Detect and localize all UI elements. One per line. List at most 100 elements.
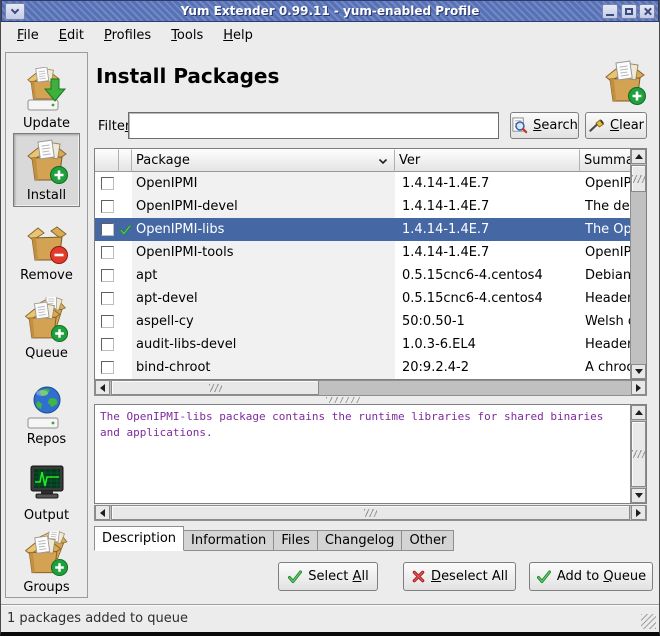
sidebar-item-repos[interactable]: Repos [8,377,85,447]
package-cell: OpenIPMI-devel [132,195,395,218]
header-checkbox-column[interactable] [95,149,119,172]
summary-cell: OpenIP [580,241,630,264]
tab-changelog[interactable]: Changelog [318,530,403,551]
select-all-button[interactable]: Select All [278,562,378,591]
sidebar-item-output[interactable]: Output [8,453,85,523]
table-row[interactable]: apt 0.5.15cnc6-4.centos4 Debian' [95,264,630,287]
header-summary-column[interactable]: Summary [580,149,630,172]
summary-cell: The dev [580,195,630,218]
sidebar: Update Install Remove Queue [5,52,88,598]
header-package-column[interactable]: Package [132,149,395,172]
menu-file[interactable]: File [7,25,49,46]
scrollbar-thumb[interactable] [631,165,646,192]
table-row[interactable]: aspell-cy 50:0.50-1 Welsh d [95,310,630,333]
summary-cell: Header [580,333,630,356]
table-vertical-scrollbar[interactable] [630,149,646,379]
scroll-left-button[interactable] [95,380,110,395]
table-row-selected[interactable]: OpenIPMI-libs 1.4.14-1.4E.7 The Op [95,218,630,241]
clear-button[interactable]: Clear [585,112,647,139]
table-row[interactable]: apt-devel 0.5.15cnc6-4.centos4 Header [95,287,630,310]
table-row[interactable]: OpenIPMI 1.4.14-1.4E.7 OpenIP [95,172,630,195]
statusbar-text: 1 packages added to queue [7,611,188,626]
summary-cell: OpenIP [580,172,630,195]
check-icon [119,223,132,237]
filter-input[interactable] [128,112,499,139]
row-checkbox[interactable] [101,177,114,190]
row-checkbox[interactable] [101,292,114,305]
package-cell: aspell-cy [132,310,395,333]
select-all-label: Select All [308,569,368,584]
row-checkbox[interactable] [101,269,114,282]
titlebar[interactable]: Yum Extender 0.99.11 - yum-enabled Profi… [1,0,659,22]
add-to-queue-button[interactable]: Add to Queue [529,562,653,591]
menu-profiles[interactable]: Profiles [94,25,161,46]
scroll-up-button[interactable] [631,149,646,164]
resize-grip[interactable] [641,614,656,629]
table-row[interactable]: bind-chroot 20:9.2.4-2 A chroo [95,356,630,379]
table-horizontal-scrollbar[interactable] [94,380,647,396]
scroll-down-button[interactable] [631,364,646,379]
scrollbar-thumb[interactable] [631,421,646,487]
queue-icon [23,297,71,345]
sidebar-item-remove[interactable]: Remove [8,213,85,283]
output-icon [23,459,71,507]
description-vertical-scrollbar[interactable] [630,405,646,503]
sort-descending-icon [378,158,388,165]
row-checkbox[interactable] [101,338,114,351]
summary-cell: Header [580,287,630,310]
table-row[interactable]: OpenIPMI-devel 1.4.14-1.4E.7 The dev [95,195,630,218]
summary-cell: The Op [580,218,630,241]
header-ver-column[interactable]: Ver [395,149,580,172]
add-to-queue-label: Add to Queue [557,569,646,584]
sidebar-item-groups[interactable]: Groups [8,525,85,595]
package-cell: OpenIPMI-tools [132,241,395,264]
ver-cell: 1.4.14-1.4E.7 [395,195,580,218]
table-row[interactable]: audit-libs-devel 1.0.3-6.EL4 Header [95,333,630,356]
sidebar-item-label: Install [27,188,66,203]
groups-icon [23,531,71,579]
sidebar-item-queue[interactable]: Queue [8,291,85,361]
scroll-right-button[interactable] [631,380,646,395]
package-cell: audit-libs-devel [132,333,395,356]
search-button[interactable]: Search [510,112,579,139]
ver-cell: 0.5.15cnc6-4.centos4 [395,264,580,287]
tab-other[interactable]: Other [402,530,454,551]
sidebar-item-label: Remove [20,268,73,283]
scrollbar-grip [632,175,645,183]
row-checkbox[interactable] [101,223,114,236]
sidebar-item-label: Output [24,508,69,523]
row-checkbox[interactable] [101,315,114,328]
minimize-button[interactable] [602,4,618,19]
scroll-up-button[interactable] [631,405,646,420]
chevron-down-icon [11,6,19,14]
scroll-left-button[interactable] [95,505,110,520]
scroll-down-button[interactable] [631,488,646,503]
tab-description[interactable]: Description [94,526,184,551]
pane-splitter-handle[interactable] [326,397,362,403]
search-button-label: Search [533,118,578,133]
window-menu-button[interactable] [5,3,25,20]
table-row[interactable]: OpenIPMI-tools 1.4.14-1.4E.7 OpenIP [95,241,630,264]
tab-files[interactable]: Files [274,530,318,551]
row-checkbox[interactable] [101,246,114,259]
header-status-column[interactable] [119,149,132,172]
sidebar-item-update[interactable]: Update [8,61,85,131]
scrollbar-thumb[interactable] [111,505,630,520]
sidebar-item-install[interactable]: Install [13,133,80,207]
search-icon [511,117,528,134]
menubar: File Edit Profiles Tools Help [1,22,659,48]
deselect-all-button[interactable]: Deselect All [403,562,516,591]
row-checkbox[interactable] [101,361,114,374]
tab-information[interactable]: Information [184,530,274,551]
close-button[interactable] [639,4,655,19]
maximize-button[interactable] [621,4,637,19]
app-window: Yum Extender 0.99.11 - yum-enabled Profi… [0,0,660,636]
menu-help[interactable]: Help [213,25,263,46]
row-checkbox[interactable] [101,200,114,213]
table-header-row: Package Ver Summary [95,149,630,172]
description-horizontal-scrollbar[interactable] [94,505,647,521]
scroll-right-button[interactable] [631,505,646,520]
menu-edit[interactable]: Edit [49,25,94,46]
menu-tools[interactable]: Tools [161,25,213,46]
scrollbar-thumb[interactable] [111,380,319,395]
